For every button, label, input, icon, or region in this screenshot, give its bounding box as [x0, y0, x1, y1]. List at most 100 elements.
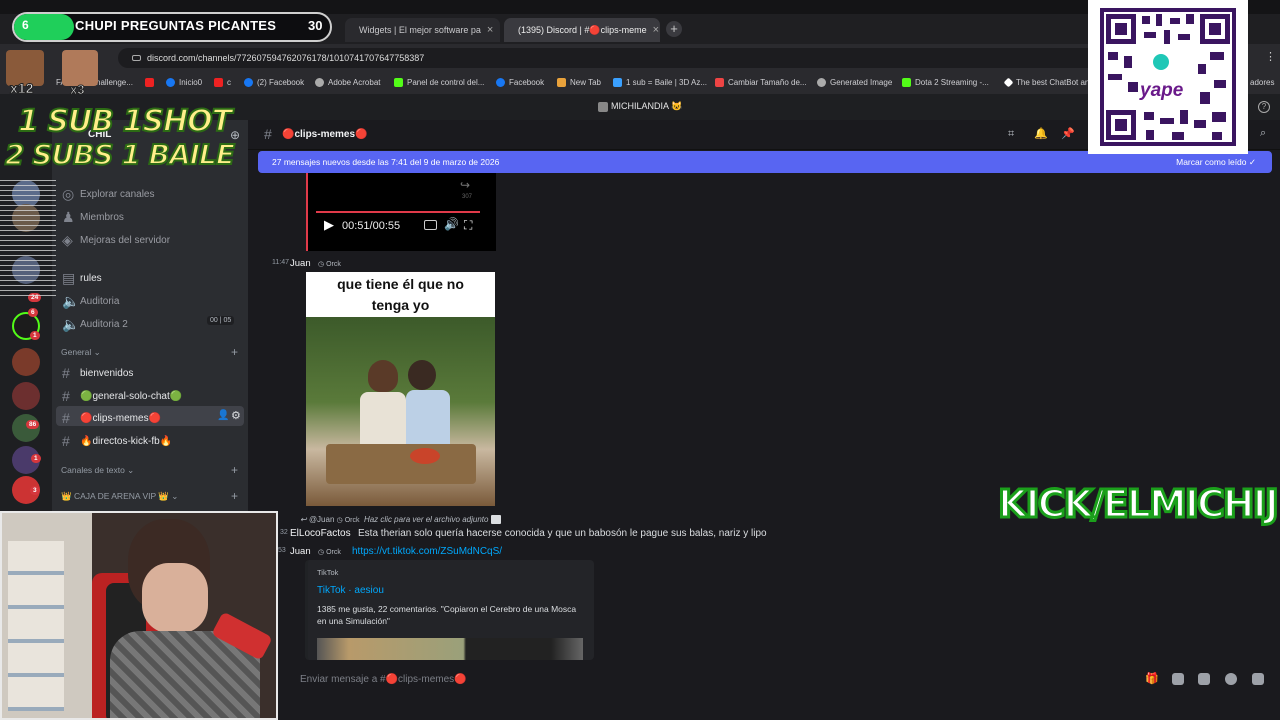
- bookmark-chatbot[interactable]: The best ChatBot an: [1003, 77, 1089, 88]
- share-icon[interactable]: ↪: [460, 178, 470, 192]
- promo-line-2: 2 SUBS 1 BAILE: [4, 137, 236, 172]
- add-channel-icon[interactable]: +: [231, 489, 238, 503]
- channel-directos-kick-fb[interactable]: # 🔥directos-kick-fb🔥: [62, 433, 172, 449]
- bookmark-new-tab[interactable]: New Tab: [557, 78, 601, 87]
- bookmark-facebook-2[interactable]: (2) Facebook: [244, 78, 304, 87]
- reply-preview[interactable]: ↩ @Juan ◷ Orck Haz clic para ver el arch…: [300, 515, 501, 525]
- pin-icon[interactable]: 📌: [1061, 127, 1075, 140]
- bookmark-youtube[interactable]: [145, 78, 154, 87]
- shelf: [8, 541, 64, 711]
- category-general[interactable]: General ⌄: [61, 347, 101, 358]
- bookmark-facebook[interactable]: Facebook: [496, 78, 544, 87]
- message-text: Esta therian solo quería hacerse conocid…: [358, 528, 767, 539]
- kick-icon: [394, 78, 403, 87]
- facebook-icon: [166, 78, 175, 87]
- server-icon: [598, 101, 608, 112]
- members-link[interactable]: ♟ Miembros: [62, 209, 124, 226]
- url-text: discord.com/channels/772607594762076178/…: [147, 53, 425, 63]
- video-time: 00:51/00:55: [342, 220, 401, 232]
- poll-total: 30: [308, 18, 323, 33]
- site-info-icon[interactable]: [132, 55, 141, 61]
- category-caja-de-arena[interactable]: 👑 CAJA DE ARENA VIP 👑 ⌄: [61, 491, 178, 502]
- hash-icon: #: [264, 126, 272, 142]
- hash-icon: #: [62, 365, 70, 381]
- fullscreen-icon[interactable]: ⛶: [464, 218, 472, 233]
- server-boost-link[interactable]: ◈ Mejoras del servidor: [62, 232, 170, 249]
- bookmark-generated[interactable]: Generated Image: [817, 78, 892, 87]
- url-field[interactable]: discord.com/channels/772607594762076178/…: [118, 48, 1098, 68]
- emoji-icon[interactable]: [1225, 673, 1237, 685]
- invite-icon[interactable]: 👤: [217, 410, 229, 421]
- bookmark-adobe[interactable]: Adobe Acrobat: [315, 78, 380, 87]
- volume-icon[interactable]: 🔊: [444, 217, 459, 231]
- voice-auditoria-2[interactable]: 🔈 Auditoria 2: [62, 316, 128, 333]
- bookmark-panel[interactable]: Panel de control del...: [394, 78, 484, 87]
- channel-rules[interactable]: ▤ rules: [62, 270, 102, 287]
- channel-clips-memes[interactable]: # 🔴clips-memes🔴: [62, 410, 161, 426]
- facebook-icon: [496, 78, 505, 87]
- new-messages-text: 27 mensajes nuevos desde las 7:41 del 9 …: [272, 157, 500, 167]
- meme-caption: que tiene él que no tenga yo: [337, 276, 464, 313]
- shirt: [406, 390, 450, 446]
- new-messages-bar[interactable]: 27 mensajes nuevos desde las 7:41 del 9 …: [258, 151, 1272, 173]
- search-icon[interactable]: ⌕: [1260, 127, 1266, 140]
- category-canales-de-texto[interactable]: Canales de texto ⌄: [61, 465, 134, 476]
- new-tab-button[interactable]: +: [666, 21, 682, 37]
- bookmark-inicio[interactable]: Inicio0: [166, 78, 202, 87]
- yape-logo: yape: [1140, 80, 1184, 101]
- explore-channels[interactable]: ◎ Explorar canales: [62, 186, 154, 203]
- bookmark-challenge[interactable]: challenge...: [92, 78, 133, 87]
- channel-general-solo-chat[interactable]: # 🟢general-solo-chat🟢: [62, 388, 182, 404]
- mark-as-read-button[interactable]: Marcar como leído ✓: [1176, 151, 1256, 173]
- close-icon[interactable]: ×: [487, 24, 493, 36]
- tiktok-link[interactable]: https://vt.tiktok.com/ZSuMdNCqS/: [352, 546, 502, 557]
- server-title: MICHILANDIA 😺: [598, 101, 682, 112]
- role-tag: ◷ Orck: [318, 549, 341, 556]
- webcam-feed: [0, 511, 278, 720]
- server-icon[interactable]: [12, 382, 40, 410]
- message-author[interactable]: ElLocoFactos: [290, 528, 351, 539]
- gear-icon[interactable]: ⚙: [231, 409, 241, 422]
- bookmark-dota[interactable]: Dota 2 Streaming -...: [902, 78, 989, 87]
- diamond-icon: [1003, 77, 1014, 88]
- threads-icon[interactable]: ⌗: [1008, 128, 1014, 141]
- image-icon: [715, 78, 724, 87]
- widget-icon: [349, 26, 357, 34]
- captions-icon[interactable]: [424, 220, 437, 230]
- embed-thumbnail[interactable]: [317, 638, 583, 660]
- message-timestamp: 11:47: [272, 259, 289, 266]
- video-progress[interactable]: [316, 211, 480, 213]
- apps-icon[interactable]: [1252, 673, 1264, 685]
- bookmark-adores[interactable]: adores: [1250, 78, 1274, 87]
- help-icon[interactable]: ?: [1258, 101, 1270, 113]
- notification-badge: 1: [30, 331, 40, 340]
- message-input[interactable]: Enviar mensaje a #🔴clips-memes🔴: [280, 668, 1270, 690]
- voice-auditoria[interactable]: 🔈 Auditoria: [62, 293, 119, 310]
- tab-discord[interactable]: (1395) Discord | #🔴clips-meme ×: [504, 18, 660, 42]
- browser-menu-icon[interactable]: ⋮: [1265, 50, 1276, 63]
- gift-icon[interactable]: 🎁: [1145, 672, 1159, 685]
- channel-bienvenidos[interactable]: # bienvenidos: [62, 365, 133, 381]
- poll-title: CHUPI PREGUNTAS PICANTES: [75, 18, 277, 33]
- close-icon[interactable]: ×: [653, 24, 659, 36]
- bookmark-1sub[interactable]: 1 sub = Baile | 3D Az...: [613, 78, 707, 87]
- message-timestamp: 32: [280, 529, 288, 536]
- members-icon: ♟: [62, 209, 75, 225]
- bell-icon[interactable]: 🔔: [1034, 127, 1048, 140]
- server-icon[interactable]: [12, 348, 40, 376]
- boost-icon: ◈: [62, 232, 73, 248]
- gif-icon[interactable]: [1172, 673, 1184, 685]
- message-author[interactable]: Juan: [290, 546, 311, 557]
- message-author[interactable]: Juan: [290, 258, 311, 269]
- notification-badge: 6: [28, 308, 38, 317]
- bookmark-c[interactable]: c: [214, 78, 231, 87]
- sticker-icon[interactable]: [1198, 673, 1210, 685]
- add-channel-icon[interactable]: +: [231, 463, 238, 477]
- sub-avatar: [62, 50, 98, 86]
- play-icon[interactable]: ▶: [324, 217, 334, 233]
- add-channel-icon[interactable]: +: [231, 345, 238, 359]
- tab-widgets[interactable]: Widgets | El mejor software pa ×: [345, 18, 500, 42]
- bookmark-cambiar[interactable]: Cambiar Tamaño de...: [715, 78, 807, 87]
- embed-title[interactable]: TikTok · aesiou: [317, 585, 384, 596]
- notification-badge: 3: [30, 486, 40, 495]
